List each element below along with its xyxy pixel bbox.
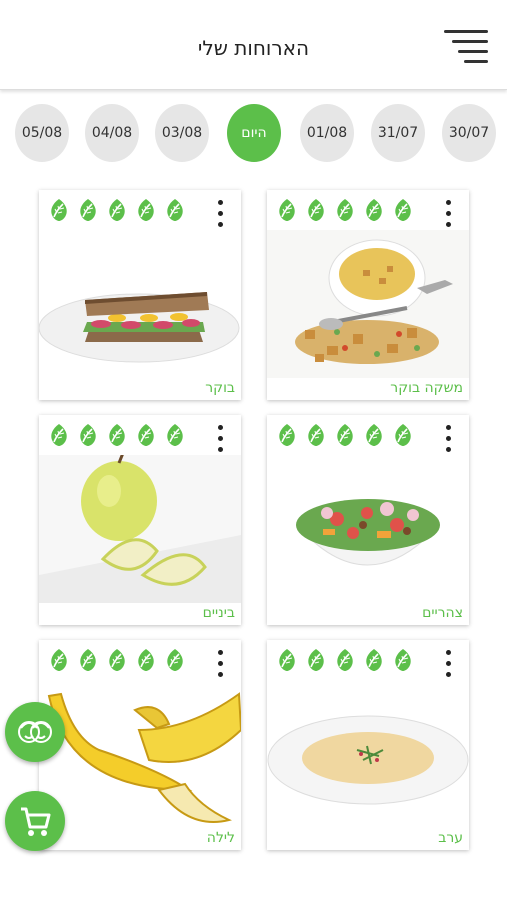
meal-card-dinner[interactable]: ערב (267, 640, 469, 850)
meal-label: ביניים (202, 605, 235, 621)
date-chip-today[interactable]: היום (227, 104, 281, 162)
leaf-icon (105, 423, 129, 447)
rating-leaves (47, 198, 187, 222)
date-selector: 30/07 31/07 01/08 היום 03/08 04/08 05/08 (0, 104, 507, 164)
leaf-icon (105, 198, 129, 222)
leaf-icon (47, 648, 71, 672)
leaf-icon (163, 423, 187, 447)
date-chip-05-08[interactable]: 05/08 (15, 104, 69, 162)
nutritionist-faces-icon (18, 721, 52, 743)
salad-bowl-image (267, 455, 469, 603)
leaf-icon (391, 198, 415, 222)
leaf-icon (333, 198, 357, 222)
leaf-icon (47, 423, 71, 447)
meal-label: צהריים (422, 605, 463, 621)
leaf-icon (391, 648, 415, 672)
rating-leaves (275, 648, 415, 672)
more-options-icon[interactable] (443, 421, 453, 457)
meal-label: משקה בוקר (390, 380, 463, 396)
more-options-icon[interactable] (215, 196, 225, 232)
leaf-icon (304, 648, 328, 672)
page-title: הארוחות שלי (197, 36, 310, 60)
meal-card-lunch[interactable]: צהריים (267, 415, 469, 625)
leaf-icon (391, 423, 415, 447)
meal-label: ערב (438, 830, 463, 846)
leaf-icon (76, 423, 100, 447)
more-options-icon[interactable] (443, 196, 453, 232)
date-chip-01-08[interactable]: 01/08 (300, 104, 354, 162)
cream-soup-image (267, 680, 469, 828)
date-chip-30-07[interactable]: 30/07 (442, 104, 496, 162)
more-options-icon[interactable] (215, 646, 225, 682)
more-options-icon[interactable] (443, 646, 453, 682)
nutritionist-button[interactable] (5, 702, 65, 762)
leaf-icon (163, 198, 187, 222)
leaf-icon (76, 648, 100, 672)
shopping-cart-icon (21, 807, 51, 836)
soup-with-croutons-image (267, 230, 469, 378)
leaf-icon (105, 648, 129, 672)
date-chip-04-08[interactable]: 04/08 (85, 104, 139, 162)
rating-leaves (275, 198, 415, 222)
rating-leaves (47, 648, 187, 672)
leaf-icon (304, 198, 328, 222)
leaf-icon (134, 198, 158, 222)
rating-leaves (275, 423, 415, 447)
rating-leaves (47, 423, 187, 447)
more-options-icon[interactable] (215, 421, 225, 457)
meal-label: בוקר (205, 380, 235, 396)
leaf-icon (275, 198, 299, 222)
leaf-icon (163, 648, 187, 672)
date-chip-03-08[interactable]: 03/08 (155, 104, 209, 162)
bananas-image (39, 680, 241, 828)
leaf-icon (362, 648, 386, 672)
leaf-icon (362, 198, 386, 222)
meal-card-snack[interactable]: ביניים (39, 415, 241, 625)
leaf-icon (76, 198, 100, 222)
leaf-icon (275, 648, 299, 672)
leaf-icon (134, 423, 158, 447)
apple-image (39, 455, 241, 603)
hamburger-menu-icon[interactable] (444, 28, 488, 68)
shopping-cart-button[interactable] (5, 791, 65, 851)
meal-label: לילה (206, 830, 235, 846)
leaf-icon (362, 423, 386, 447)
app-header: הארוחות שלי (0, 0, 507, 90)
meal-card-breakfast[interactable]: בוקר (39, 190, 241, 400)
leaf-icon (333, 648, 357, 672)
leaf-icon (333, 423, 357, 447)
leaf-icon (134, 648, 158, 672)
leaf-icon (275, 423, 299, 447)
sandwich-image (39, 230, 241, 378)
date-chip-31-07[interactable]: 31/07 (371, 104, 425, 162)
meal-card-morning-drink[interactable]: משקה בוקר (267, 190, 469, 400)
meal-card-night[interactable]: לילה (39, 640, 241, 850)
leaf-icon (304, 423, 328, 447)
leaf-icon (47, 198, 71, 222)
